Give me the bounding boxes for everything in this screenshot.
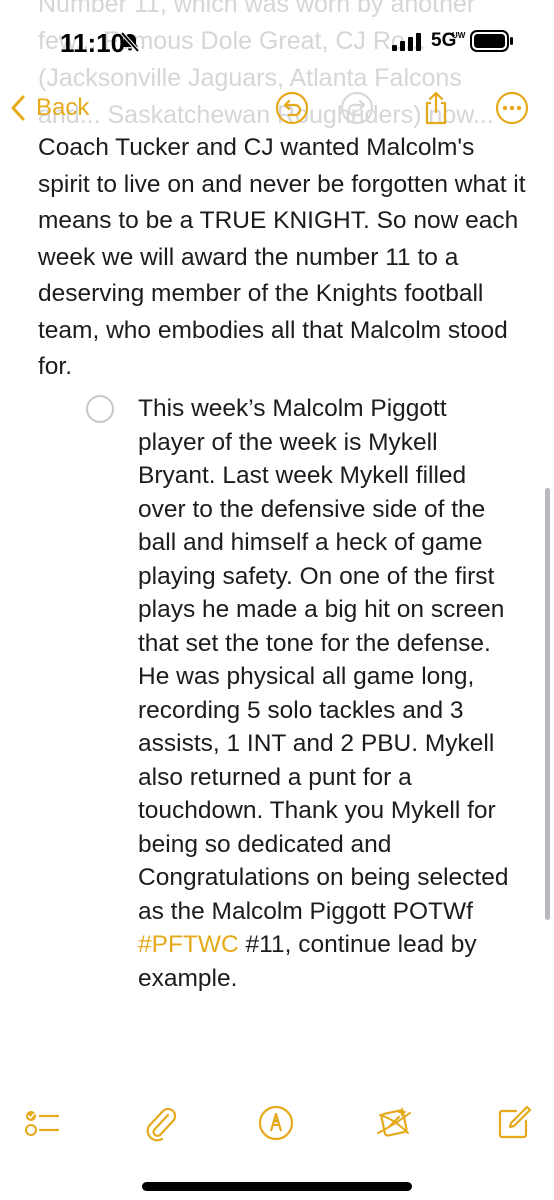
undo-icon[interactable] (274, 90, 310, 126)
chevron-left-icon (11, 95, 25, 121)
attachment-icon[interactable] (140, 1103, 180, 1143)
battery-icon (470, 30, 514, 57)
checklist-checkbox[interactable] (86, 395, 114, 423)
checklist-item-text[interactable]: This week’s Malcolm Piggott player of th… (138, 392, 518, 995)
markup-icon[interactable] (256, 1103, 296, 1143)
status-bar: 11:10 5G UW (0, 0, 554, 82)
cellular-signal-icon (392, 33, 422, 56)
silent-mode-bell-icon (119, 31, 141, 58)
home-indicator[interactable] (142, 1182, 412, 1191)
bottom-toolbar (0, 1095, 554, 1155)
note-paragraph[interactable]: Coach Tucker and CJ wanted Malcolm's spi… (38, 130, 526, 386)
compose-icon[interactable] (494, 1103, 534, 1143)
scrollbar[interactable] (545, 488, 550, 920)
more-icon[interactable] (494, 90, 530, 126)
back-label: Back (36, 94, 90, 121)
navigation-bar: Back (0, 82, 554, 134)
hashtag-link[interactable]: #PFTWC (138, 931, 239, 958)
back-button[interactable]: Back (10, 90, 89, 126)
writing-tools-icon[interactable] (374, 1103, 414, 1143)
checklist-text-before: This week’s Malcolm Piggott player of th… (138, 395, 509, 925)
network-subtype: UW (452, 31, 466, 40)
checklist-icon[interactable] (22, 1103, 62, 1143)
status-time: 11:10 (60, 28, 126, 58)
redo-icon[interactable] (339, 90, 375, 126)
share-icon[interactable] (418, 90, 454, 126)
